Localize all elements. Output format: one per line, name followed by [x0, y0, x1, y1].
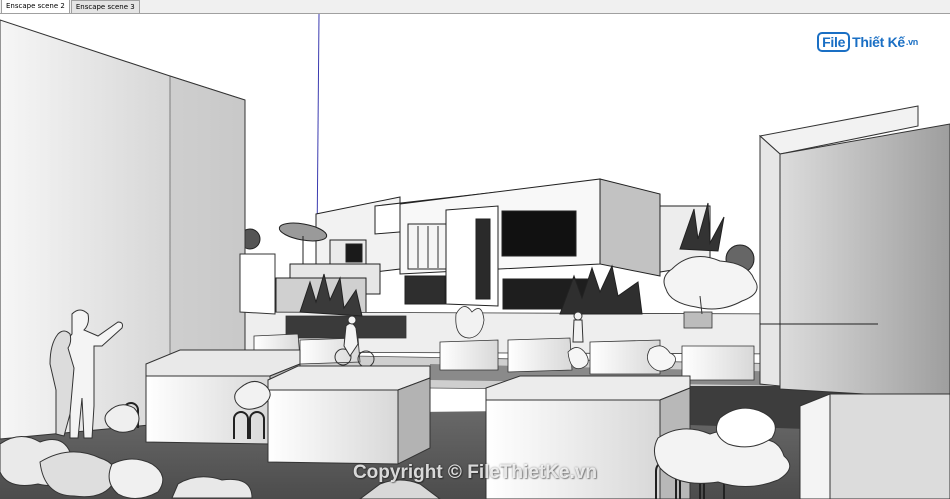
logo-tld: .vn	[905, 37, 918, 47]
filethietke-logo: File Thiết Kế .vn	[817, 31, 918, 53]
scene-tab-bar: Enscape scene 2 Enscape scene 3	[0, 0, 950, 14]
small-figure	[572, 311, 584, 343]
logo-file-badge: File	[817, 32, 851, 52]
logo-name: Thiết Kế	[852, 34, 905, 50]
right-wall-building	[758, 105, 950, 400]
tab-enscape-scene-3[interactable]: Enscape scene 3	[70, 0, 140, 13]
model-viewport[interactable]: File Thiết Kế .vn	[0, 14, 950, 499]
green-axis-line	[316, 14, 320, 247]
tab-enscape-scene-2[interactable]: Enscape scene 2	[1, 0, 70, 13]
scene-render	[0, 14, 950, 499]
